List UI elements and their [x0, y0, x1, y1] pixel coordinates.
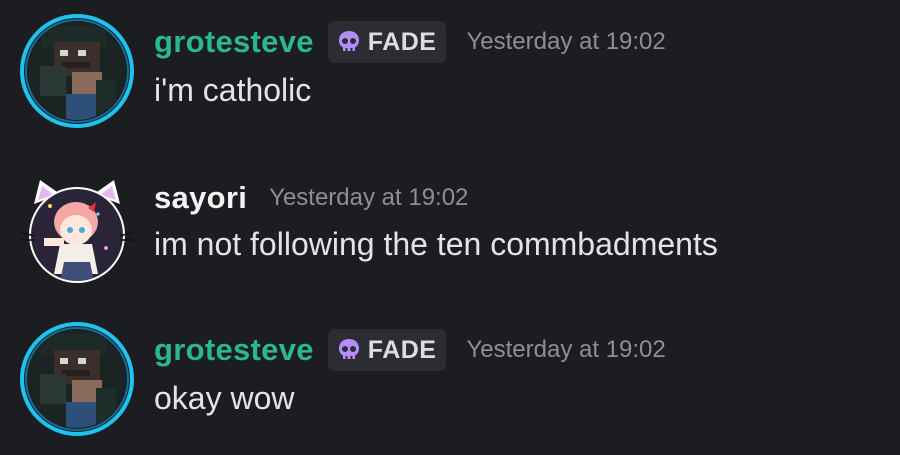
message-header: sayori Yesterday at 19:02	[154, 174, 468, 222]
username[interactable]: grotesteve	[154, 332, 314, 368]
minecraft-avatar-icon	[20, 322, 134, 436]
timestamp: Yesterday at 19:02	[466, 336, 666, 363]
message: grotesteve FADE Yesterday at 19:02 okay …	[0, 308, 900, 436]
minecraft-avatar-icon	[20, 14, 134, 128]
message: grotesteve FADE Yesterday at 19:02 i'm c…	[0, 0, 900, 128]
timestamp: Yesterday at 19:02	[269, 184, 469, 211]
timestamp: Yesterday at 19:02	[466, 28, 666, 55]
anime-cat-ears-avatar-icon	[20, 180, 134, 283]
message-text: i'm catholic	[154, 72, 312, 108]
user-avatar-sayori[interactable]	[20, 178, 134, 292]
message-header: grotesteve FADE Yesterday at 19:02	[154, 326, 666, 374]
message-header: grotesteve FADE Yesterday at 19:02	[154, 18, 666, 66]
role-tag[interactable]: FADE	[327, 329, 447, 371]
message-text: im not following the ten commbadments	[154, 226, 718, 262]
role-tag[interactable]: FADE	[327, 21, 447, 63]
user-avatar-grotesteve[interactable]	[20, 14, 134, 128]
message-text: okay wow	[154, 380, 295, 416]
tag-label: FADE	[367, 335, 437, 364]
chat-log: grotesteve FADE Yesterday at 19:02 i'm c…	[0, 0, 900, 455]
message: sayori Yesterday at 19:02 im not followi…	[0, 160, 900, 283]
skull-icon	[338, 339, 359, 359]
skull-icon	[338, 31, 359, 51]
tag-label: FADE	[367, 27, 437, 56]
username[interactable]: grotesteve	[154, 24, 314, 60]
username[interactable]: sayori	[154, 180, 247, 216]
user-avatar-grotesteve[interactable]	[20, 322, 134, 436]
